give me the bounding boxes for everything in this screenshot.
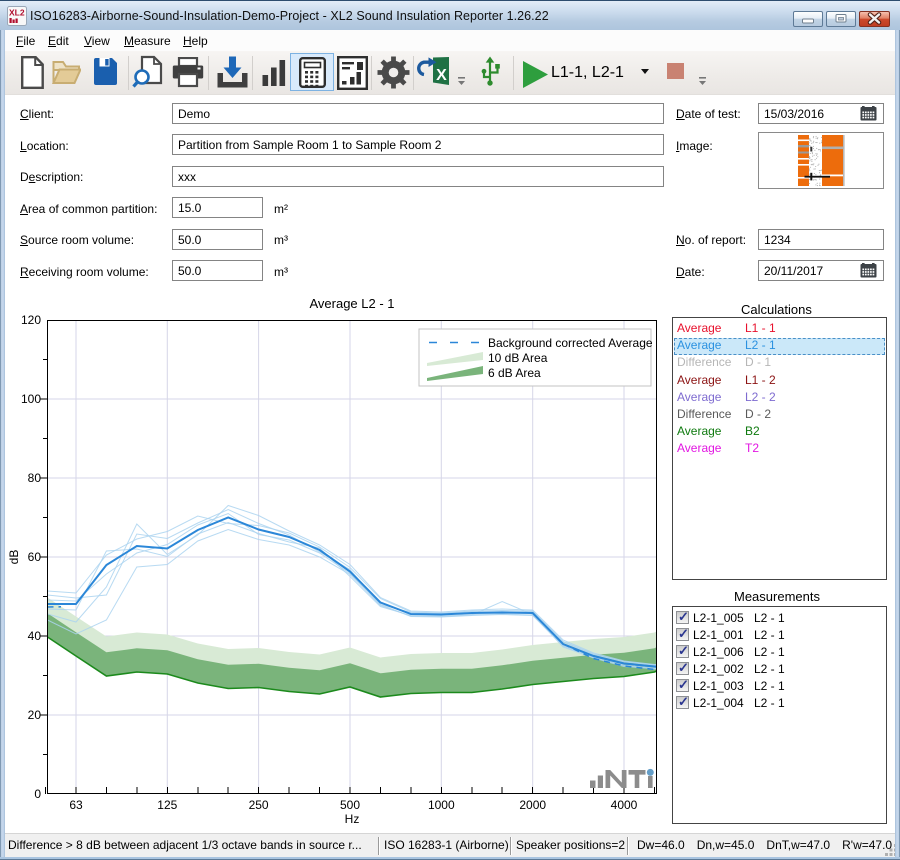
svg-text:2000: 2000 (519, 798, 546, 812)
svg-text:Hz: Hz (345, 812, 360, 826)
svg-text:100: 100 (21, 392, 41, 406)
svg-text:0: 0 (34, 787, 41, 801)
svg-text:80: 80 (28, 471, 42, 485)
svg-text:20: 20 (28, 708, 42, 722)
svg-text:XL2: XL2 (9, 8, 25, 18)
svg-text:Average L2 - 1: Average L2 - 1 (309, 296, 394, 311)
svg-text:63: 63 (69, 798, 83, 812)
svg-text:120: 120 (21, 313, 41, 327)
svg-text:250: 250 (249, 798, 269, 812)
svg-text:60: 60 (28, 550, 42, 564)
svg-text:500: 500 (340, 798, 360, 812)
svg-text:10 dB Area: 10 dB Area (488, 351, 548, 365)
svg-text:40: 40 (28, 629, 42, 643)
svg-text:1000: 1000 (428, 798, 455, 812)
svg-text:dB: dB (7, 550, 21, 565)
svg-text:125: 125 (157, 798, 177, 812)
svg-text:4000: 4000 (611, 798, 638, 812)
svg-text:6 dB Area: 6 dB Area (488, 366, 541, 380)
svg-text:Background corrected Average: Background corrected Average (488, 336, 653, 350)
svg-text:X: X (436, 67, 447, 84)
